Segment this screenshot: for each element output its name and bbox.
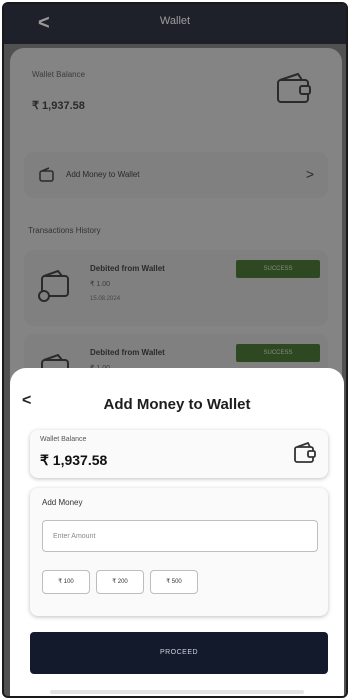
quick-amount-100-button[interactable]: ₹ 100 <box>42 570 90 594</box>
wallet-balance-value: ₹ 1,937.58 <box>40 452 108 468</box>
wallet-balance-card: Wallet Balance ₹ 1,937.58 <box>30 430 328 478</box>
add-money-sheet: < Add Money to Wallet Wallet Balance ₹ 1… <box>10 368 344 696</box>
amount-input[interactable] <box>42 520 318 552</box>
add-money-card: Add Money ₹ 100 ₹ 200 ₹ 500 <box>30 488 328 616</box>
wallet-icon <box>294 441 316 463</box>
wallet-balance-label: Wallet Balance <box>40 436 87 443</box>
add-money-label: Add Money <box>42 498 83 507</box>
home-indicator <box>50 690 304 694</box>
sheet-title: Add Money to Wallet <box>103 396 251 413</box>
proceed-button[interactable]: PROCEED <box>30 632 328 674</box>
phone-frame: < Wallet Wallet Balance ₹ 1,937.58 Add M… <box>2 2 348 698</box>
quick-amount-200-button[interactable]: ₹ 200 <box>96 570 144 594</box>
quick-amount-500-button[interactable]: ₹ 500 <box>150 570 198 594</box>
quick-amount-group: ₹ 100 ₹ 200 ₹ 500 <box>42 570 198 594</box>
